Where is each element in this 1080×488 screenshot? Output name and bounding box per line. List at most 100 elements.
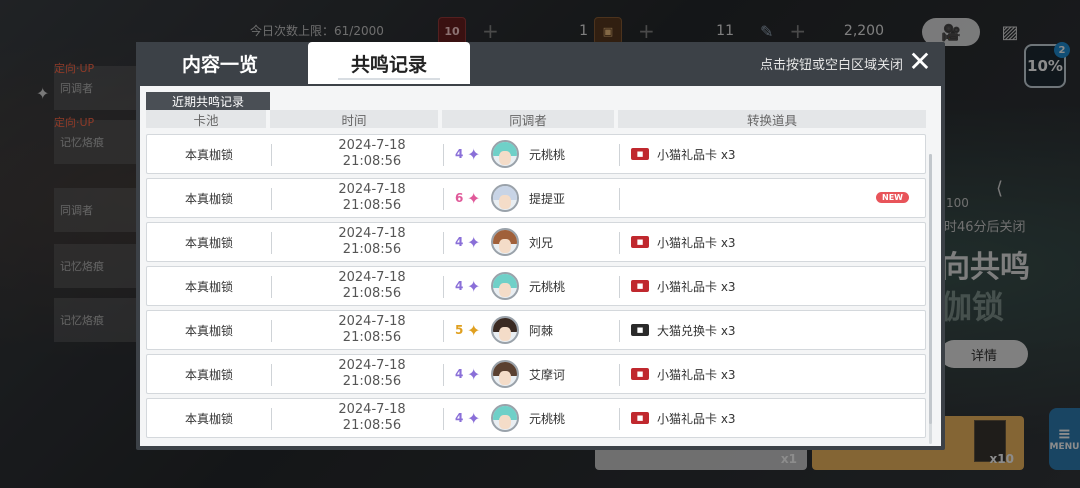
- time-cell: 2024-7-18 21:08:56: [271, 355, 443, 393]
- divider: [443, 364, 444, 386]
- resonator-name: 提提亚: [529, 191, 566, 206]
- resonator-avatar: [491, 184, 519, 212]
- rarity-star-icon: ✦: [467, 364, 481, 384]
- resonator-cell: 4 ✦ 元桃桃: [445, 267, 619, 305]
- record-panel: 近期共鸣记录 卡池 时间 同调者 转换道具 本真枷锁 2024-7-18 21:08…: [140, 86, 941, 446]
- rarity-number: 4: [455, 147, 464, 161]
- tab-records[interactable]: 共鸣记录: [308, 42, 470, 84]
- gift-card-icon: ■: [631, 324, 649, 336]
- avatar-face: [499, 327, 511, 341]
- pool-cell: 本真枷锁: [184, 147, 233, 162]
- pool-cell: 本真枷锁: [184, 279, 233, 294]
- clock-text: 21:08:56: [342, 198, 402, 213]
- rarity-star-icon: ✦: [467, 276, 481, 296]
- rarity-number: 4: [455, 235, 464, 249]
- resonator-cell: 4 ✦ 元桃桃: [445, 135, 619, 173]
- item-cell: ■ 小猫礼品卡 x3: [621, 135, 927, 173]
- resonator-name: 元桃桃: [529, 411, 566, 426]
- resonator-cell: 5 ✦ 阿棘: [445, 311, 619, 349]
- rarity-number: 4: [455, 279, 464, 293]
- avatar-face: [499, 283, 511, 297]
- table-row: 本真枷锁 2024-7-18 21:08:56 4 ✦ 刘兄 ■ 小猫礼品卡 x3: [146, 222, 926, 262]
- resonator-name: 艾摩诃: [529, 367, 566, 382]
- resonator-name: 刘兄: [529, 235, 554, 250]
- clock-text: 21:08:56: [342, 242, 402, 257]
- time-cell: 2024-7-18 21:08:56: [271, 179, 443, 217]
- clock-text: 21:08:56: [342, 330, 402, 345]
- item-cell: ■ 大猫兑换卡 x3: [621, 311, 927, 349]
- tab-overview[interactable]: 内容一览: [136, 42, 304, 84]
- avatar-face: [499, 371, 511, 385]
- column-item: 转换道具: [618, 110, 926, 128]
- gift-card-icon: ■: [631, 280, 649, 292]
- item-name: 大猫兑换卡 x3: [657, 323, 736, 338]
- avatar-face: [499, 195, 511, 209]
- gift-card-icon: ■: [631, 148, 649, 160]
- rarity-star-icon: ✦: [467, 232, 481, 252]
- rarity-number: 5: [455, 323, 464, 337]
- rarity-star-icon: ✦: [467, 144, 481, 164]
- date-text: 2024-7-18: [338, 314, 406, 329]
- gift-card-icon: ■: [631, 236, 649, 248]
- time-cell: 2024-7-18 21:08:56: [271, 399, 443, 437]
- item-name: 小猫礼品卡 x3: [657, 279, 736, 294]
- item-cell: ■ 小猫礼品卡 x3: [621, 267, 927, 305]
- resonator-cell: 4 ✦ 元桃桃: [445, 399, 619, 437]
- time-cell: 2024-7-18 21:08:56: [271, 311, 443, 349]
- table-row: 本真枷锁 2024-7-18 21:08:56 6 ✦ 提提亚 NEW: [146, 178, 926, 218]
- rarity-number: 4: [455, 411, 464, 425]
- column-resonator: 同调者: [442, 110, 614, 128]
- date-text: 2024-7-18: [338, 358, 406, 373]
- date-text: 2024-7-18: [338, 402, 406, 417]
- avatar-face: [499, 239, 511, 253]
- time-cell: 2024-7-18 21:08:56: [271, 135, 443, 173]
- divider: [619, 188, 620, 210]
- item-cell: ■ 小猫礼品卡 x3: [621, 399, 927, 437]
- resonator-avatar: [491, 360, 519, 388]
- rarity-number: 6: [455, 191, 464, 205]
- divider: [443, 408, 444, 430]
- divider: [443, 144, 444, 166]
- section-title: 近期共鸣记录: [146, 92, 270, 110]
- close-icon[interactable]: ✕: [907, 48, 933, 76]
- resonator-avatar: [491, 228, 519, 256]
- rarity-star-icon: ✦: [467, 188, 481, 208]
- item-cell: ■ 小猫礼品卡 x3: [621, 223, 927, 261]
- rarity-star-icon: ✦: [467, 408, 481, 428]
- resonator-cell: 4 ✦ 艾摩诃: [445, 355, 619, 393]
- resonator-avatar: [491, 316, 519, 344]
- gift-card-icon: ■: [631, 412, 649, 424]
- divider: [619, 144, 620, 166]
- divider: [443, 188, 444, 210]
- column-pool: 卡池: [146, 110, 266, 128]
- resonator-avatar: [491, 404, 519, 432]
- pool-cell: 本真枷锁: [184, 191, 233, 206]
- table-row: 本真枷锁 2024-7-18 21:08:56 4 ✦ 艾摩诃 ■ 小猫礼品卡 x3: [146, 354, 926, 394]
- scrollbar-thumb[interactable]: [929, 154, 932, 424]
- resonator-name: 元桃桃: [529, 147, 566, 162]
- item-name: 小猫礼品卡 x3: [657, 235, 736, 250]
- time-cell: 2024-7-18 21:08:56: [271, 223, 443, 261]
- pool-cell: 本真枷锁: [184, 323, 233, 338]
- resonator-name: 阿棘: [529, 323, 554, 338]
- date-text: 2024-7-18: [338, 270, 406, 285]
- resonator-cell: 4 ✦ 刘兄: [445, 223, 619, 261]
- resonator-cell: 6 ✦ 提提亚: [445, 179, 619, 217]
- item-name: 小猫礼品卡 x3: [657, 367, 736, 382]
- avatar-face: [499, 151, 511, 165]
- date-text: 2024-7-18: [338, 182, 406, 197]
- divider: [443, 320, 444, 342]
- resonator-avatar: [491, 272, 519, 300]
- avatar-face: [499, 415, 511, 429]
- pool-cell: 本真枷锁: [184, 411, 233, 426]
- scrollbar[interactable]: [929, 154, 932, 444]
- item-name: 小猫礼品卡 x3: [657, 411, 736, 426]
- clock-text: 21:08:56: [342, 154, 402, 169]
- table-row: 本真枷锁 2024-7-18 21:08:56 4 ✦ 元桃桃 ■ 小猫礼品卡 x3: [146, 398, 926, 438]
- table-header: 卡池 时间 同调者 转换道具: [146, 110, 926, 128]
- table-row: 本真枷锁 2024-7-18 21:08:56 4 ✦ 元桃桃 ■ 小猫礼品卡 x3: [146, 266, 926, 306]
- gift-card-icon: ■: [631, 368, 649, 380]
- divider: [443, 232, 444, 254]
- divider: [619, 364, 620, 386]
- resonator-name: 元桃桃: [529, 279, 566, 294]
